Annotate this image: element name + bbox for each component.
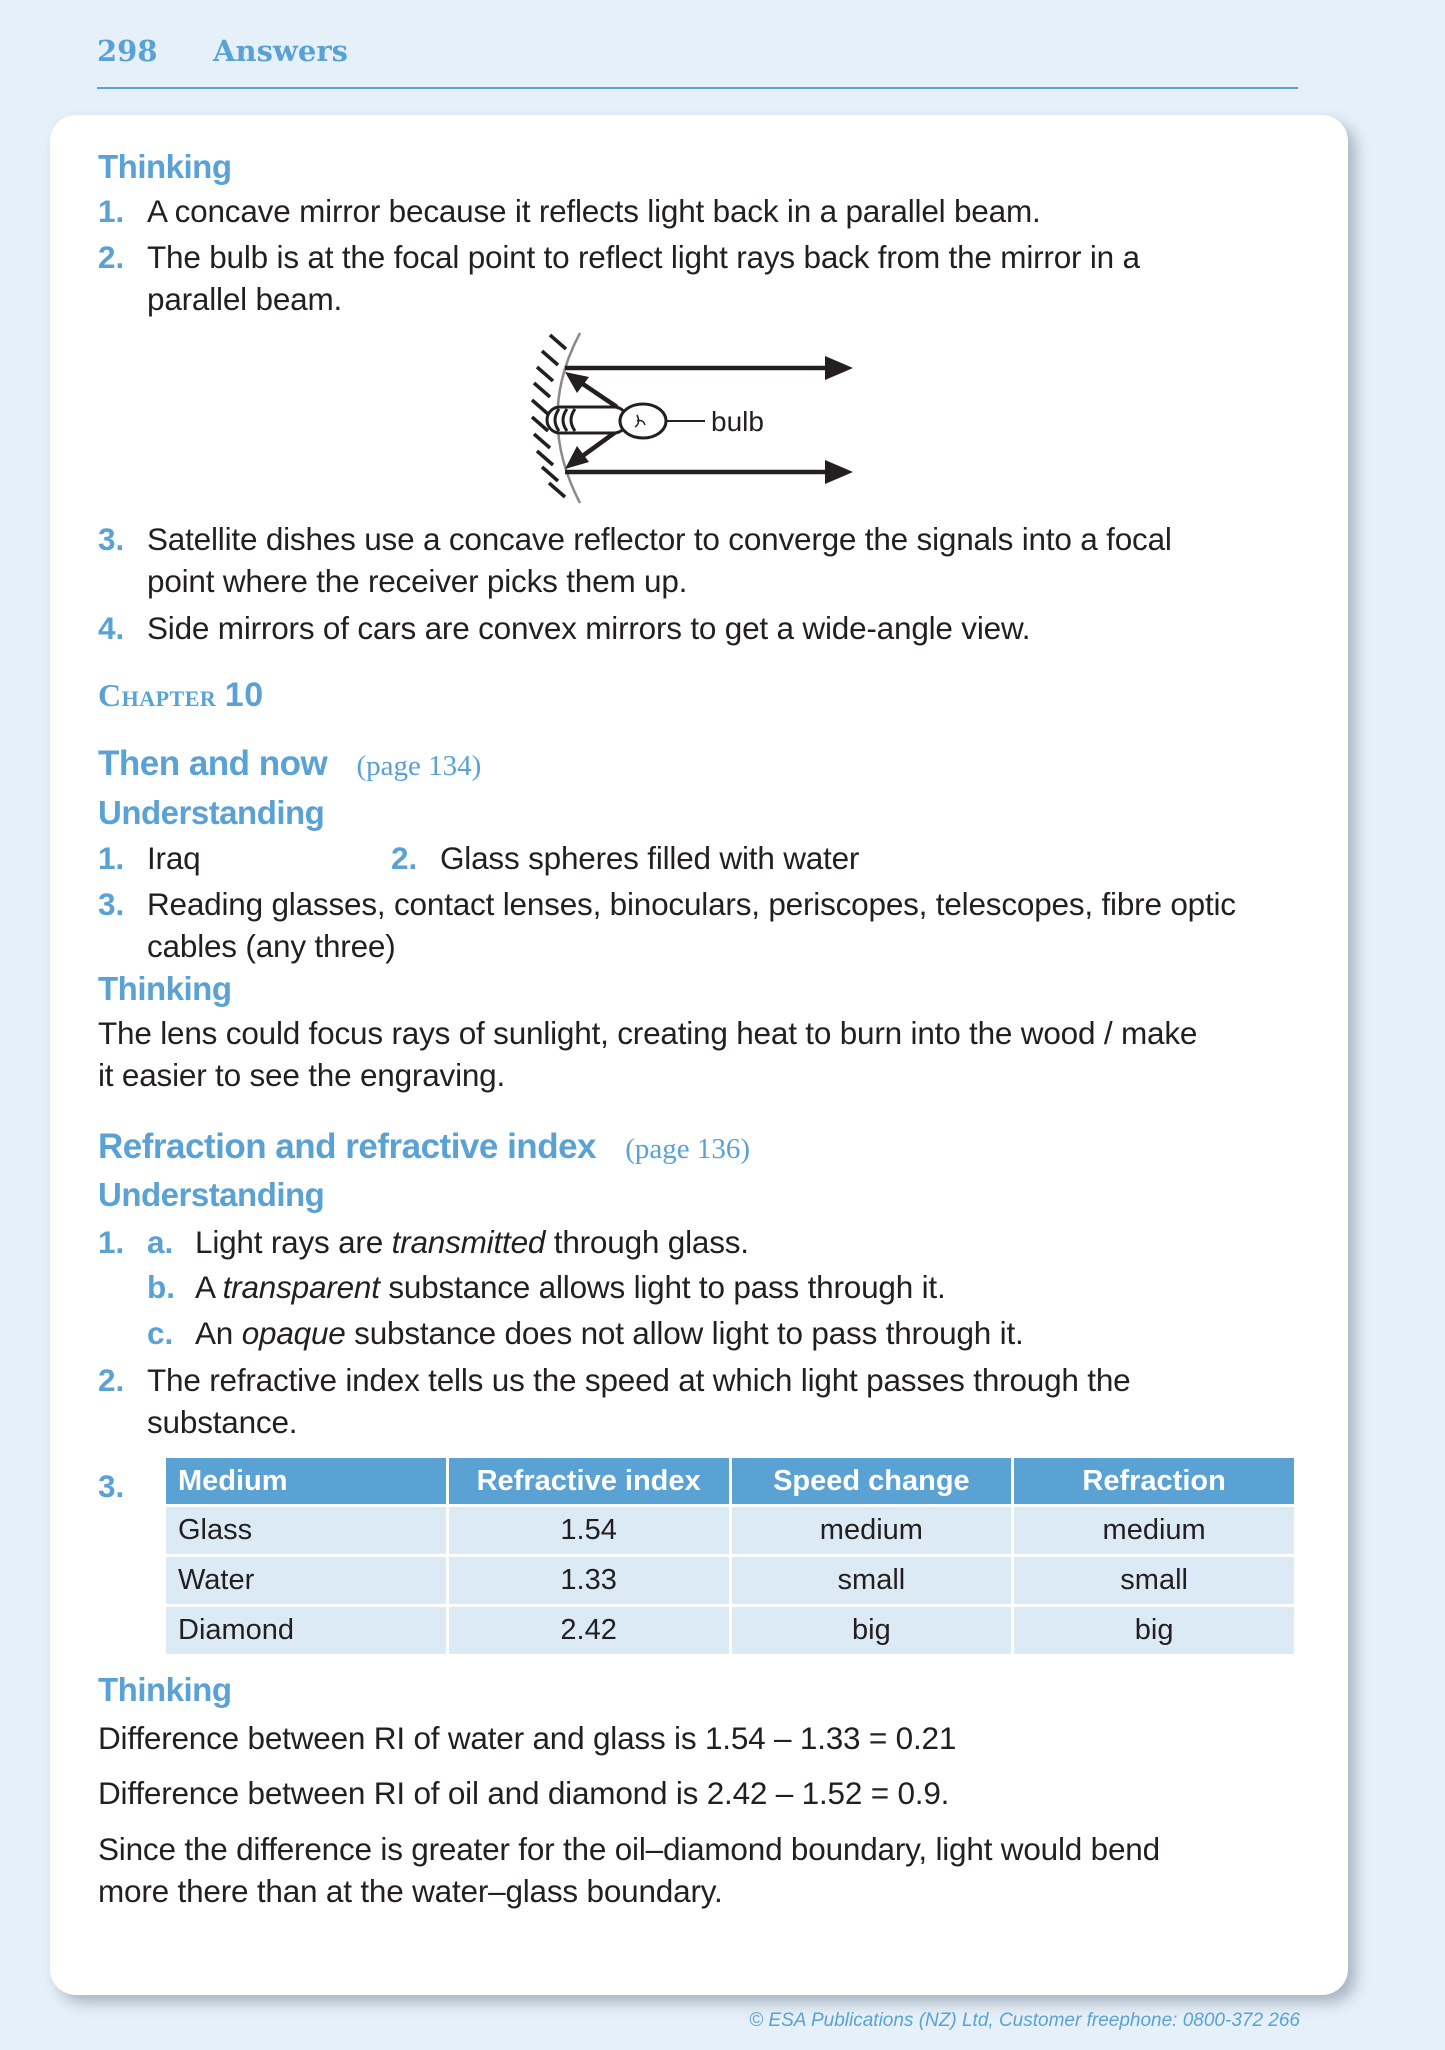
list-number: 1. — [98, 840, 125, 876]
answer-text: The refractive index tells us the speed … — [147, 1362, 1131, 1398]
answer-text: Difference between RI of water and glass… — [98, 1720, 957, 1756]
reflected-ray-bottom — [565, 460, 853, 484]
list-number: 3. — [98, 886, 125, 922]
list-number: 4. — [98, 610, 125, 646]
reflected-ray-top — [565, 356, 853, 380]
emphasis: transparent — [222, 1269, 380, 1305]
chapter-prefix: Chapter — [98, 677, 217, 713]
list-number: 3. — [98, 1468, 125, 1504]
table-header-row: Medium Refractive index Speed change Ref… — [166, 1458, 1294, 1504]
column-header: Refraction — [1014, 1458, 1294, 1504]
list-number: 1. — [98, 1224, 125, 1260]
page-number: 298 — [97, 34, 158, 68]
table-cell: small — [731, 1557, 1012, 1604]
table-cell: Water — [166, 1557, 446, 1604]
answer-text: Satellite dishes use a concave reflector… — [147, 521, 1172, 557]
table-cell: 2.42 — [448, 1607, 729, 1654]
section-heading-refraction: Refraction and refractive index (page 13… — [98, 1127, 750, 1167]
bulb-label: bulb — [711, 406, 764, 437]
chapter-number: 10 — [224, 676, 264, 714]
thinking-heading: Thinking — [98, 970, 232, 1007]
answer-text: The bulb is at the focal point to reflec… — [147, 239, 1140, 275]
answer-text: A transparent substance allows light to … — [195, 1269, 946, 1306]
answer-text: Iraq — [147, 840, 201, 876]
text-run: An — [195, 1315, 242, 1351]
column-header: Medium — [166, 1458, 446, 1504]
understanding-heading: Understanding — [98, 794, 325, 831]
answer-text: more there than at the water–glass bound… — [98, 1873, 723, 1909]
answer-text: Light rays are transmitted through glass… — [195, 1224, 749, 1261]
page-reference: (page 134) — [356, 750, 482, 782]
list-number: 3. — [98, 521, 125, 557]
table-row: Diamond 2.42 big big — [166, 1607, 1294, 1654]
table-cell: big — [731, 1607, 1012, 1654]
sub-letter: b. — [147, 1269, 175, 1305]
section-title: Then and now — [98, 744, 328, 783]
page-reference: (page 136) — [625, 1133, 751, 1165]
answer-text: cables (any three) — [147, 928, 396, 964]
answer-text: point where the receiver picks them up. — [147, 563, 688, 599]
table-cell: Diamond — [166, 1607, 446, 1654]
list-number: 2. — [98, 239, 125, 275]
answer-text: The lens could focus rays of sunlight, c… — [98, 1015, 1198, 1051]
section-title: Refraction and refractive index — [98, 1127, 597, 1166]
answer-text: Reading glasses, contact lenses, binocul… — [147, 886, 1236, 922]
list-number: 1. — [98, 193, 125, 229]
section-heading-then-and-now: Then and now (page 134) — [98, 744, 481, 784]
text-run: substance does not allow light to pass t… — [345, 1315, 1024, 1351]
answer-text: parallel beam. — [147, 281, 343, 317]
incident-ray-down — [565, 429, 619, 469]
answer-text: Glass spheres filled with water — [440, 840, 860, 876]
running-header-title: Answers — [213, 34, 348, 68]
bulb-icon — [545, 402, 668, 440]
table-cell: 1.33 — [448, 1557, 729, 1604]
table-row: Water 1.33 small small — [166, 1557, 1294, 1604]
answer-text: Difference between RI of oil and diamond… — [98, 1775, 950, 1811]
column-header: Speed change — [731, 1458, 1012, 1504]
table-cell: small — [1014, 1557, 1294, 1604]
emphasis: transmitted — [391, 1224, 546, 1260]
incident-ray-up — [565, 372, 619, 409]
answer-text: it easier to see the engraving. — [98, 1057, 506, 1093]
understanding-heading: Understanding — [98, 1176, 325, 1213]
table-cell: Glass — [166, 1507, 446, 1554]
table-cell: medium — [731, 1507, 1012, 1554]
answer-text: Since the difference is greater for the … — [98, 1831, 1160, 1867]
table-cell: big — [1014, 1607, 1294, 1654]
header-rule — [97, 87, 1298, 89]
text-run: substance allows light to pass through i… — [379, 1269, 946, 1305]
sub-letter: c. — [147, 1315, 174, 1351]
copyright-footer: © ESA Publications (NZ) Ltd, Customer fr… — [749, 2010, 1300, 2031]
answer-text: A concave mirror because it reflects lig… — [147, 193, 1041, 229]
chapter-heading: Chapter 10 — [98, 676, 264, 715]
column-header: Refractive index — [448, 1458, 729, 1504]
list-number: 2. — [391, 840, 418, 876]
sub-letter: a. — [147, 1224, 174, 1260]
thinking-heading: Thinking — [98, 148, 232, 185]
thinking-heading: Thinking — [98, 1671, 232, 1708]
table-cell: medium — [1014, 1507, 1294, 1554]
text-run: A — [195, 1269, 223, 1305]
answer-text: Side mirrors of cars are convex mirrors … — [147, 610, 1031, 646]
emphasis: opaque — [241, 1315, 346, 1351]
answer-text: substance. — [147, 1404, 298, 1440]
table-row: Glass 1.54 medium medium — [166, 1507, 1294, 1554]
text-run: Light rays are — [195, 1224, 392, 1260]
text-run: through glass. — [545, 1224, 749, 1260]
refractive-index-table: Medium Refractive index Speed change Ref… — [163, 1455, 1297, 1657]
list-number: 2. — [98, 1362, 125, 1398]
answer-text: An opaque substance does not allow light… — [195, 1315, 1024, 1352]
table-cell: 1.54 — [448, 1507, 729, 1554]
concave-mirror-diagram: bulb — [530, 332, 853, 504]
